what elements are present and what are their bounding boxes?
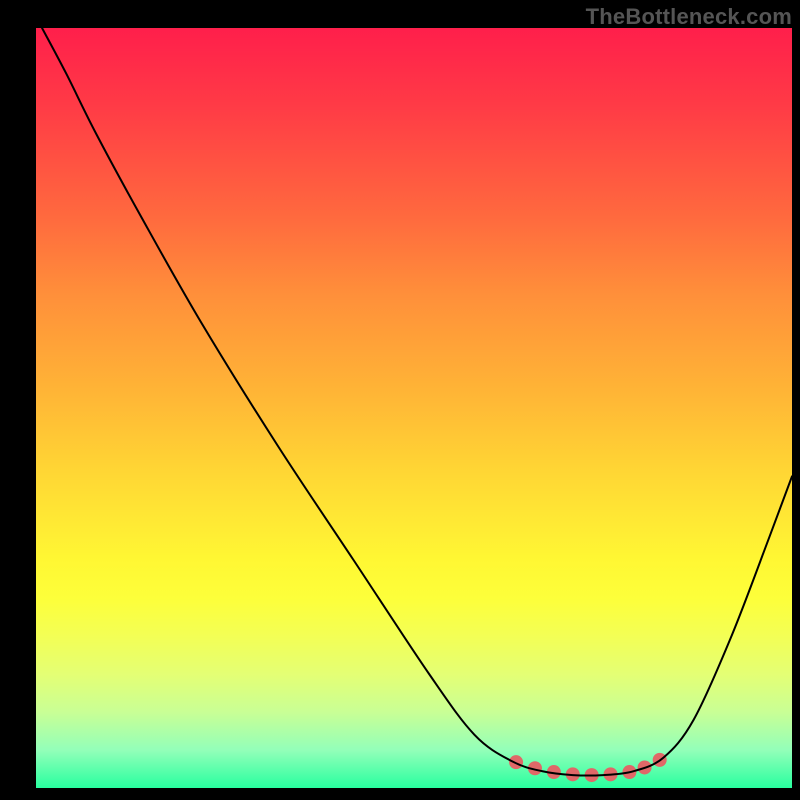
gradient-plot-area	[36, 28, 792, 788]
sweet-spot-marker	[509, 755, 523, 769]
watermark-text: TheBottleneck.com	[586, 4, 792, 30]
main-curve-path	[42, 28, 792, 776]
chart-container: TheBottleneck.com	[0, 0, 800, 800]
chart-svg	[36, 28, 792, 788]
